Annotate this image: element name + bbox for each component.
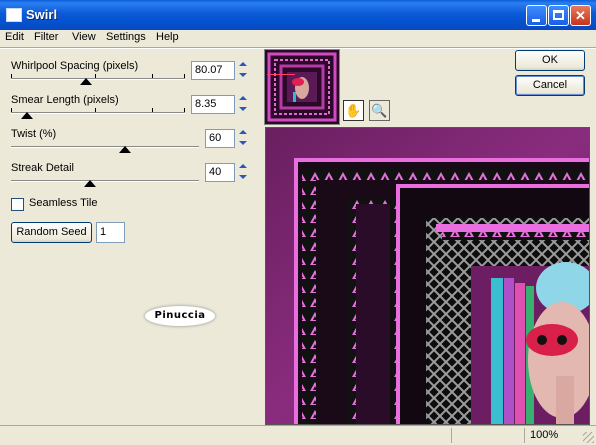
whirlpool-spacing-field[interactable]: 80.07 <box>191 61 235 80</box>
slider-tick <box>152 74 153 78</box>
spin-down-icon[interactable] <box>236 104 250 115</box>
seamless-tile-label[interactable]: Seamless Tile <box>29 197 97 209</box>
preview-image <box>266 128 589 424</box>
preview-pane[interactable] <box>265 127 590 425</box>
zoom-level: 100% <box>524 428 590 443</box>
random-seed-field[interactable]: 1 <box>96 222 125 243</box>
smear-length-label: Smear Length (pixels) <box>11 94 119 106</box>
slider-tick <box>184 108 185 112</box>
magnifier-icon: 🔍 <box>371 103 388 118</box>
twist-field[interactable]: 60 <box>205 129 235 148</box>
slider-tick <box>95 108 96 112</box>
twist-label: Twist (%) <box>11 128 57 140</box>
streak-detail-slider[interactable] <box>11 180 199 182</box>
whirlpool-spacing-thumb[interactable] <box>80 78 92 85</box>
status-bar: 100% <box>0 425 596 445</box>
spin-up-icon[interactable] <box>236 93 250 104</box>
streak-detail-field[interactable]: 40 <box>205 163 235 182</box>
cancel-button[interactable]: Cancel <box>515 75 585 96</box>
smear-length-spinner[interactable] <box>236 93 250 115</box>
seamless-tile-checkbox[interactable] <box>11 198 24 211</box>
spin-up-icon[interactable] <box>236 127 250 138</box>
menu-settings[interactable]: Settings <box>106 31 146 43</box>
smear-length-slider[interactable] <box>11 112 185 114</box>
thumbnail-image <box>265 50 339 124</box>
maximize-button[interactable] <box>548 5 569 26</box>
streak-detail-spinner[interactable] <box>236 161 250 183</box>
slider-tick <box>152 108 153 112</box>
slider-tick <box>11 108 12 112</box>
status-cell-empty <box>451 428 527 443</box>
ok-button[interactable]: OK <box>515 50 585 71</box>
whirlpool-spacing-slider[interactable] <box>11 78 185 80</box>
random-seed-button[interactable]: Random Seed <box>11 222 92 243</box>
smear-length-thumb[interactable] <box>21 112 33 119</box>
whirlpool-spacing-label: Whirlpool Spacing (pixels) <box>11 60 139 72</box>
slider-tick <box>95 74 96 78</box>
maximize-icon <box>553 10 564 20</box>
menu-view[interactable]: View <box>72 31 96 43</box>
app-icon <box>6 8 22 22</box>
title-bar: Swirl ✕ <box>0 0 596 30</box>
spin-down-icon[interactable] <box>236 172 250 183</box>
spin-down-icon[interactable] <box>236 138 250 149</box>
navigator-thumbnail[interactable] <box>264 49 340 125</box>
spin-down-icon[interactable] <box>236 70 250 81</box>
resize-grip[interactable] <box>583 432 594 443</box>
close-icon: ✕ <box>575 8 586 23</box>
watermark-logo: Pinuccia <box>145 306 215 326</box>
spin-up-icon[interactable] <box>236 161 250 172</box>
menu-bar: Edit Filter View Settings Help <box>0 30 596 47</box>
streak-detail-thumb[interactable] <box>84 180 96 187</box>
close-button[interactable]: ✕ <box>570 5 591 26</box>
twist-spinner[interactable] <box>236 127 250 149</box>
twist-slider[interactable] <box>11 146 199 148</box>
slider-tick <box>184 74 185 78</box>
window-title: Swirl <box>26 7 58 22</box>
menu-filter[interactable]: Filter <box>34 31 58 43</box>
hand-pan-button[interactable]: ✋ <box>343 100 364 121</box>
slider-tick <box>11 74 12 78</box>
zoom-button[interactable]: 🔍 <box>369 100 390 121</box>
minimize-button[interactable] <box>526 5 547 26</box>
spin-up-icon[interactable] <box>236 59 250 70</box>
hand-pan-icon: ✋ <box>345 103 362 118</box>
minimize-icon <box>532 19 540 22</box>
menu-help[interactable]: Help <box>156 31 179 43</box>
whirlpool-spacing-spinner[interactable] <box>236 59 250 81</box>
menu-edit[interactable]: Edit <box>5 31 24 43</box>
twist-thumb[interactable] <box>119 146 131 153</box>
streak-detail-label: Streak Detail <box>11 162 74 174</box>
smear-length-field[interactable]: 8.35 <box>191 95 235 114</box>
